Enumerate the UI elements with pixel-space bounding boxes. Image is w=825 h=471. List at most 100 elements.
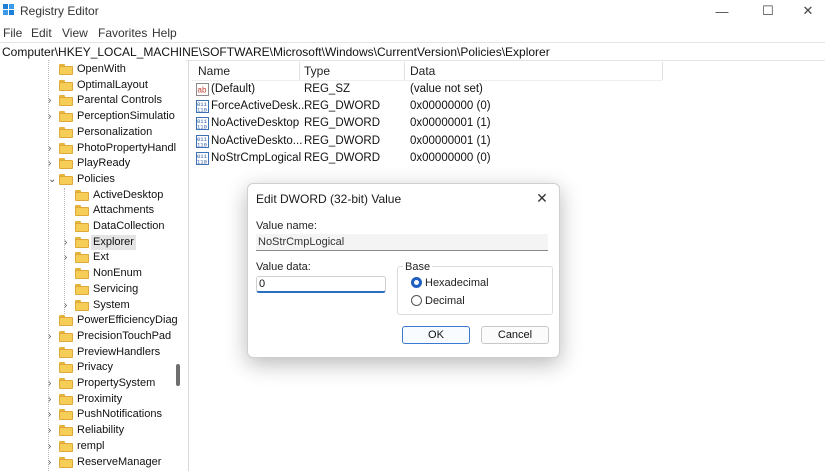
tree-item[interactable]: › ReserveManager	[0, 455, 186, 470]
chevron-right-icon[interactable]: ›	[48, 423, 56, 438]
tree-item[interactable]: ActiveDesktop	[0, 188, 186, 203]
value-name-text: NoStrCmpLogical	[258, 236, 345, 248]
chevron-right-icon[interactable]: ›	[48, 392, 56, 407]
tree-item[interactable]: Privacy	[0, 360, 186, 375]
chevron-right-icon[interactable]: ›	[48, 376, 56, 391]
chevron-right-icon[interactable]: ›	[48, 329, 56, 344]
folder-icon	[75, 189, 89, 201]
menu-help[interactable]: Help	[152, 26, 177, 40]
address-path[interactable]: Computer\HKEY_LOCAL_MACHINE\SOFTWARE\Mic…	[2, 45, 550, 59]
tree-item[interactable]: › PushNotifications	[0, 407, 186, 422]
key-tree: OpenWith OptimalLayout › Parental Controls ›…	[0, 60, 186, 471]
ok-button[interactable]: OK	[402, 326, 470, 344]
tree-item[interactable]: Attachments	[0, 203, 186, 218]
chevron-right-icon[interactable]: ›	[48, 93, 56, 108]
value-row[interactable]: 011 110 NoActiveDesktop REG_DWORD 0x00000001…	[192, 115, 662, 132]
close-icon: ✕	[536, 189, 548, 206]
tree-item[interactable]: › System	[0, 298, 186, 313]
value-name: ForceActiveDesk...	[211, 100, 308, 113]
chevron-right-icon[interactable]: ›	[48, 439, 56, 454]
tree-item[interactable]: › PhotoPropertyHandl	[0, 141, 186, 156]
dialog-title: Edit DWORD (32-bit) Value	[256, 192, 402, 206]
menu-file[interactable]: File	[3, 26, 22, 40]
radio-decimal[interactable]	[411, 295, 422, 306]
tree-item[interactable]: ⌄ Policies	[0, 172, 186, 187]
dialog-close-button[interactable]: ✕	[531, 187, 553, 209]
pane-splitter[interactable]	[188, 60, 189, 471]
tree-item[interactable]: › PrecisionTouchPad	[0, 329, 186, 344]
close-button[interactable]: ✕	[788, 0, 825, 22]
folder-icon	[59, 362, 73, 374]
tree-item-label: Proximity	[77, 392, 123, 405]
tree-item[interactable]: › Parental Controls	[0, 93, 186, 108]
close-icon: ✕	[802, 3, 814, 18]
chevron-right-icon[interactable]: ›	[48, 156, 56, 171]
tree-scrollbar-thumb[interactable]	[176, 364, 180, 386]
tree-item[interactable]: PowerEfficiencyDiag	[0, 313, 186, 328]
column-header-data[interactable]: Data	[410, 64, 435, 78]
address-bar[interactable]: Computer\HKEY_LOCAL_MACHINE\SOFTWARE\Mic…	[0, 42, 825, 61]
svg-text:110: 110	[197, 124, 207, 131]
tree-item[interactable]: › Explorer	[0, 234, 186, 250]
binary-value-icon: 011 110	[196, 100, 209, 114]
column-separator[interactable]	[299, 62, 300, 80]
folder-icon	[59, 346, 73, 358]
menu-favorites[interactable]: Favorites	[98, 26, 147, 40]
tree-item[interactable]: › PropertySystem	[0, 376, 186, 391]
minimize-button[interactable]: —	[702, 0, 742, 22]
tree-item[interactable]: › Proximity	[0, 392, 186, 407]
radio-hexadecimal-label[interactable]: Hexadecimal	[425, 277, 489, 289]
tree-item-label: PhotoPropertyHandl	[77, 141, 177, 154]
value-row[interactable]: 011 110 NoActiveDeskto... REG_DWORD 0x000000…	[192, 133, 662, 150]
tree-item[interactable]: DataCollection	[0, 219, 186, 234]
tree-item[interactable]: NonEnum	[0, 266, 186, 281]
radio-hexadecimal[interactable]	[411, 277, 422, 288]
value-row[interactable]: 011 110 ForceActiveDesk... REG_DWORD 0x00000…	[192, 98, 662, 115]
radio-decimal-label[interactable]: Decimal	[425, 295, 465, 307]
column-separator[interactable]	[404, 62, 405, 80]
tree-item[interactable]: Servicing	[0, 282, 186, 297]
chevron-right-icon[interactable]: ›	[64, 235, 72, 250]
column-separator[interactable]	[662, 62, 663, 80]
value-row[interactable]: ab (Default) REG_SZ (value not set)	[192, 81, 662, 98]
value-type: REG_DWORD	[304, 100, 381, 113]
tree-item-label: Personalization	[77, 125, 153, 138]
tree-item[interactable]: Personalization	[0, 125, 186, 140]
chevron-right-icon[interactable]: ›	[48, 141, 56, 156]
tree-item-label: Parental Controls	[77, 94, 162, 107]
tree-item-label: OptimalLayout	[77, 78, 148, 91]
folder-icon	[59, 330, 73, 342]
menu-view[interactable]: View	[62, 26, 88, 40]
menu-edit[interactable]: Edit	[31, 26, 52, 40]
tree-item-label: rempl	[77, 439, 105, 452]
cancel-button[interactable]: Cancel	[481, 326, 549, 344]
tree-item[interactable]: OptimalLayout	[0, 78, 186, 93]
value-data-input[interactable]	[256, 276, 386, 293]
tree-item-label: Ext	[93, 251, 109, 264]
folder-icon	[59, 393, 73, 405]
column-header-name[interactable]: Name	[198, 64, 230, 78]
tree-item[interactable]: OpenWith	[0, 62, 186, 77]
chevron-right-icon[interactable]: ›	[48, 109, 56, 124]
folder-icon	[59, 315, 73, 327]
tree-item[interactable]: › PlayReady	[0, 156, 186, 171]
chevron-right-icon[interactable]: ›	[48, 455, 56, 470]
chevron-right-icon[interactable]: ›	[64, 250, 72, 265]
column-header-type[interactable]: Type	[304, 64, 330, 78]
tree-item[interactable]: › Reliability	[0, 423, 186, 438]
binary-value-icon: 011 110	[196, 134, 209, 148]
folder-icon	[75, 252, 89, 264]
tree-item[interactable]: › Ext	[0, 250, 186, 265]
chevron-down-icon[interactable]: ⌄	[48, 172, 56, 187]
chevron-right-icon[interactable]: ›	[64, 298, 72, 313]
tree-item-label: ReserveManager	[77, 455, 162, 468]
tree-item[interactable]: PreviewHandlers	[0, 345, 186, 360]
tree-item[interactable]: › PerceptionSimulatio	[0, 109, 186, 124]
svg-text:110: 110	[197, 141, 207, 148]
value-row[interactable]: 011 110 NoStrCmpLogical REG_DWORD 0x00000000…	[192, 150, 662, 167]
chevron-right-icon[interactable]: ›	[48, 407, 56, 422]
maximize-button[interactable]: ☐	[748, 0, 788, 22]
value-type: REG_DWORD	[304, 151, 381, 164]
tree-item[interactable]: › rempl	[0, 439, 186, 454]
tree-item-label: Policies	[77, 172, 115, 185]
